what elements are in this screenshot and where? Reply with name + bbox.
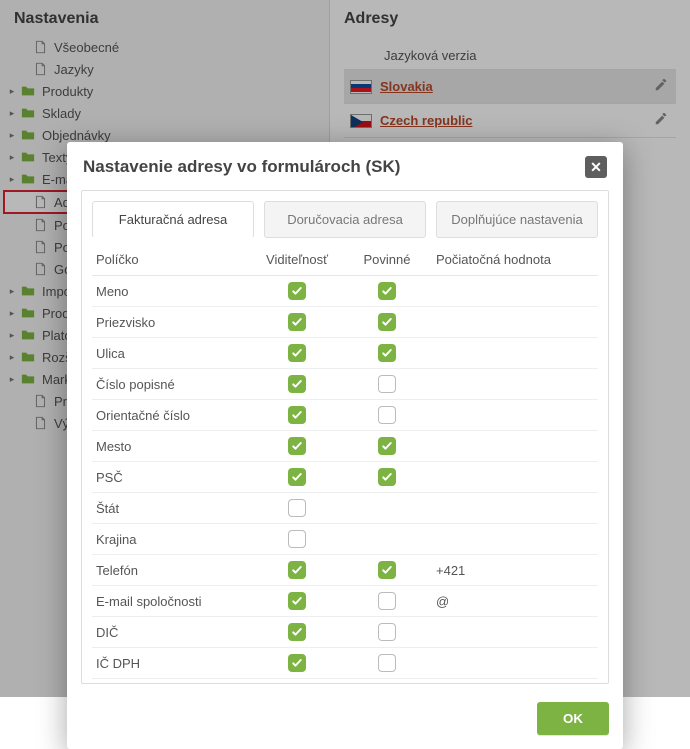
required-checkbox[interactable] — [378, 592, 396, 610]
tab[interactable]: Doručovacia adresa — [264, 201, 426, 238]
initial-value — [432, 400, 598, 431]
initial-value: @ — [432, 586, 598, 617]
address-fields-table: Políčko Viditeľnosť Povinné Počiatočná h… — [92, 244, 598, 679]
initial-value — [432, 648, 598, 679]
visibility-checkbox[interactable] — [288, 530, 306, 548]
col-initial: Počiatočná hodnota — [432, 244, 598, 276]
tab[interactable]: Fakturačná adresa — [92, 201, 254, 238]
visibility-checkbox[interactable] — [288, 499, 306, 517]
field-name: Meno — [92, 276, 252, 307]
col-required: Povinné — [342, 244, 432, 276]
required-checkbox[interactable] — [378, 282, 396, 300]
visibility-checkbox[interactable] — [288, 592, 306, 610]
field-name: IČ DPH — [92, 648, 252, 679]
modal-overlay: Nastavenie adresy vo formulároch (SK) ✕ … — [0, 0, 690, 697]
required-checkbox[interactable] — [378, 654, 396, 672]
required-checkbox[interactable] — [378, 468, 396, 486]
visibility-checkbox[interactable] — [288, 313, 306, 331]
required-checkbox[interactable] — [378, 344, 396, 362]
col-visibility: Viditeľnosť — [252, 244, 342, 276]
modal-tabs: Fakturačná adresa Doručovacia adresa Doplň… — [92, 201, 598, 238]
initial-value — [432, 369, 598, 400]
visibility-checkbox[interactable] — [288, 437, 306, 455]
required-checkbox[interactable] — [378, 623, 396, 641]
table-row: DIČ — [92, 617, 598, 648]
col-field: Políčko — [92, 244, 252, 276]
required-checkbox[interactable] — [378, 437, 396, 455]
modal-title: Nastavenie adresy vo formulároch (SK) — [83, 157, 585, 177]
table-row: Krajina — [92, 524, 598, 555]
initial-value — [432, 307, 598, 338]
table-row: IČ DPH — [92, 648, 598, 679]
field-name: Priezvisko — [92, 307, 252, 338]
initial-value: +421 — [432, 555, 598, 586]
visibility-checkbox[interactable] — [288, 375, 306, 393]
field-name: Telefón — [92, 555, 252, 586]
table-row: Telefón +421 — [92, 555, 598, 586]
table-row: Orientačné číslo — [92, 400, 598, 431]
visibility-checkbox[interactable] — [288, 406, 306, 424]
field-name: DIČ — [92, 617, 252, 648]
close-button[interactable]: ✕ — [585, 156, 607, 178]
table-row: Číslo popisné — [92, 369, 598, 400]
visibility-checkbox[interactable] — [288, 623, 306, 641]
table-row: PSČ — [92, 462, 598, 493]
initial-value — [432, 524, 598, 555]
field-name: Orientačné číslo — [92, 400, 252, 431]
field-name: Číslo popisné — [92, 369, 252, 400]
required-checkbox[interactable] — [378, 375, 396, 393]
modal: Nastavenie adresy vo formulároch (SK) ✕ … — [67, 142, 623, 749]
field-name: E-mail spoločnosti — [92, 586, 252, 617]
initial-value — [432, 276, 598, 307]
table-row: Priezvisko — [92, 307, 598, 338]
initial-value — [432, 493, 598, 524]
required-checkbox[interactable] — [378, 406, 396, 424]
field-name: Mesto — [92, 431, 252, 462]
initial-value — [432, 338, 598, 369]
table-row: Mesto — [92, 431, 598, 462]
initial-value — [432, 431, 598, 462]
table-row: Meno — [92, 276, 598, 307]
visibility-checkbox[interactable] — [288, 561, 306, 579]
required-checkbox[interactable] — [378, 313, 396, 331]
table-row: Štát — [92, 493, 598, 524]
table-row: Ulica — [92, 338, 598, 369]
required-checkbox[interactable] — [378, 561, 396, 579]
table-row: E-mail spoločnosti @ — [92, 586, 598, 617]
visibility-checkbox[interactable] — [288, 468, 306, 486]
tab[interactable]: Doplňujúce nastavenia — [436, 201, 598, 238]
visibility-checkbox[interactable] — [288, 654, 306, 672]
field-name: Štát — [92, 493, 252, 524]
field-name: Krajina — [92, 524, 252, 555]
ok-button[interactable]: OK — [537, 702, 609, 735]
initial-value — [432, 617, 598, 648]
field-name: Ulica — [92, 338, 252, 369]
initial-value — [432, 462, 598, 493]
visibility-checkbox[interactable] — [288, 282, 306, 300]
field-name: PSČ — [92, 462, 252, 493]
visibility-checkbox[interactable] — [288, 344, 306, 362]
